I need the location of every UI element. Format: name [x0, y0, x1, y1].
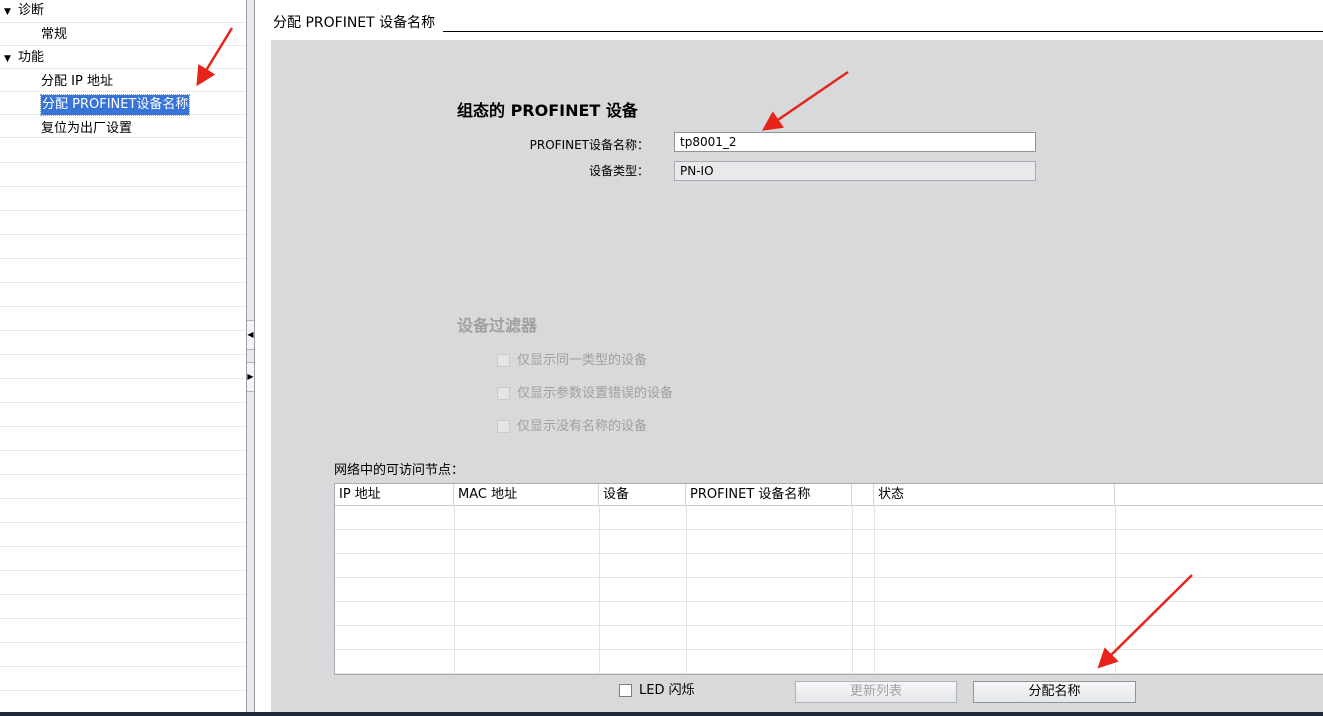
navigation-tree: ▼ 诊断 常规 ▼ 功能 分配 IP 地址 分配 PROFINET设备名称 复位为出…	[0, 0, 246, 712]
led-flash-checkbox[interactable]	[619, 684, 632, 697]
tree-row	[0, 500, 246, 523]
tree-row	[0, 284, 246, 307]
tree-item-diagnostics[interactable]: ▼ 诊断	[4, 1, 44, 21]
device-filter-title: 设备过滤器	[457, 316, 538, 335]
tree-item-functions[interactable]: ▼ 功能	[4, 48, 44, 68]
tree-row	[0, 356, 246, 379]
table-row[interactable]	[335, 578, 1323, 602]
tree-row	[0, 668, 246, 691]
tree-row	[0, 620, 246, 643]
table-row[interactable]	[335, 530, 1323, 554]
tree-row	[0, 596, 246, 619]
filter-wrong-params-checkbox[interactable]	[497, 387, 510, 400]
pane-splitter[interactable]: ◀ ▶	[246, 0, 255, 712]
tree-row	[0, 188, 246, 211]
expand-right-icon[interactable]: ▶	[247, 362, 254, 392]
filter-same-type[interactable]: 仅显示同一类型的设备	[497, 351, 647, 371]
tree-item-label: 诊断	[18, 3, 45, 18]
page-title: 分配 PROFINET 设备名称	[273, 12, 444, 32]
accessible-nodes-caption: 网络中的可访问节点：	[334, 463, 465, 478]
tree-row	[0, 164, 246, 187]
device-type-label: 设备类型：	[588, 164, 649, 178]
tree-item-factory-reset[interactable]: 复位为出厂设置	[41, 119, 132, 139]
tree-row	[0, 524, 246, 547]
filter-no-name-label: 仅显示没有名称的设备	[517, 419, 648, 434]
tree-row	[0, 404, 246, 427]
tree-row	[0, 23, 246, 46]
filter-wrong-params[interactable]: 仅显示参数设置错误的设备	[497, 384, 673, 404]
column-header-mac[interactable]: MAC 地址	[454, 484, 599, 506]
device-name-label: PROFINET设备名称：	[529, 138, 649, 152]
column-header-profinet-name[interactable]: PROFINET 设备名称	[686, 484, 852, 506]
tree-row	[0, 572, 246, 595]
accessible-nodes-table[interactable]: IP 地址 MAC 地址 设备 PROFINET 设备名称 状态	[334, 483, 1323, 675]
tree-row	[0, 236, 246, 259]
tree-row	[0, 380, 246, 403]
tree-row	[0, 140, 246, 163]
collapse-left-icon[interactable]: ◀	[247, 320, 254, 350]
tree-item-label: 分配 PROFINET设备名称	[42, 97, 189, 112]
led-flash-option[interactable]: LED 闪烁	[619, 681, 695, 701]
expand-triangle-icon[interactable]: ▼	[4, 49, 14, 69]
tree-item-general[interactable]: 常规	[41, 25, 67, 45]
update-list-button[interactable]: 更新列表	[795, 681, 957, 703]
section-header: 分配 PROFINET 设备名称	[257, 0, 1323, 40]
led-flash-label: LED 闪烁	[639, 683, 695, 698]
device-name-input[interactable]: tp8001_2	[674, 132, 1036, 152]
filter-wrong-params-label: 仅显示参数设置错误的设备	[517, 386, 674, 401]
column-header-extra[interactable]	[1115, 484, 1323, 506]
tree-row	[0, 212, 246, 235]
tree-row	[0, 428, 246, 451]
configured-device-title: 组态的 PROFINET 设备	[457, 101, 638, 120]
assign-name-button[interactable]: 分配名称	[973, 681, 1136, 703]
device-name-value: tp8001_2	[680, 135, 737, 149]
column-header-spacer[interactable]	[852, 484, 874, 506]
tree-item-assign-profinet-name[interactable]: 分配 PROFINET设备名称	[39, 94, 191, 116]
table-row[interactable]	[335, 506, 1323, 530]
tree-item-assign-ip[interactable]: 分配 IP 地址	[41, 72, 113, 92]
column-header-device[interactable]: 设备	[599, 484, 686, 506]
filter-no-name-checkbox[interactable]	[497, 420, 510, 433]
column-header-ip[interactable]: IP 地址	[335, 484, 454, 506]
tree-row	[0, 260, 246, 283]
bottom-status-strip	[0, 712, 1323, 716]
device-type-value: PN-IO	[680, 164, 714, 178]
table-row[interactable]	[335, 554, 1323, 578]
expand-triangle-icon[interactable]: ▼	[4, 2, 14, 22]
tree-row	[0, 69, 246, 92]
filter-no-name[interactable]: 仅显示没有名称的设备	[497, 417, 647, 437]
tree-row	[0, 332, 246, 355]
column-header-status[interactable]: 状态	[874, 484, 1115, 506]
table-header-row: IP 地址 MAC 地址 设备 PROFINET 设备名称 状态	[335, 484, 1323, 506]
tree-row	[0, 548, 246, 571]
tree-item-label: 复位为出厂设置	[41, 121, 133, 136]
tree-item-label: 常规	[41, 27, 68, 42]
table-row[interactable]	[335, 602, 1323, 626]
device-type-field: PN-IO	[674, 161, 1036, 181]
assign-name-panel: 组态的 PROFINET 设备 PROFINET设备名称： tp8001_2 设…	[271, 40, 1323, 712]
tree-row	[0, 644, 246, 667]
tree-item-label: 功能	[18, 50, 45, 65]
tree-row	[0, 452, 246, 475]
filter-same-type-checkbox[interactable]	[497, 354, 510, 367]
tree-row	[0, 476, 246, 499]
tree-item-label: 分配 IP 地址	[41, 74, 113, 89]
filter-same-type-label: 仅显示同一类型的设备	[517, 353, 648, 368]
tree-row	[0, 308, 246, 331]
table-row[interactable]	[335, 650, 1323, 674]
table-row[interactable]	[335, 626, 1323, 650]
